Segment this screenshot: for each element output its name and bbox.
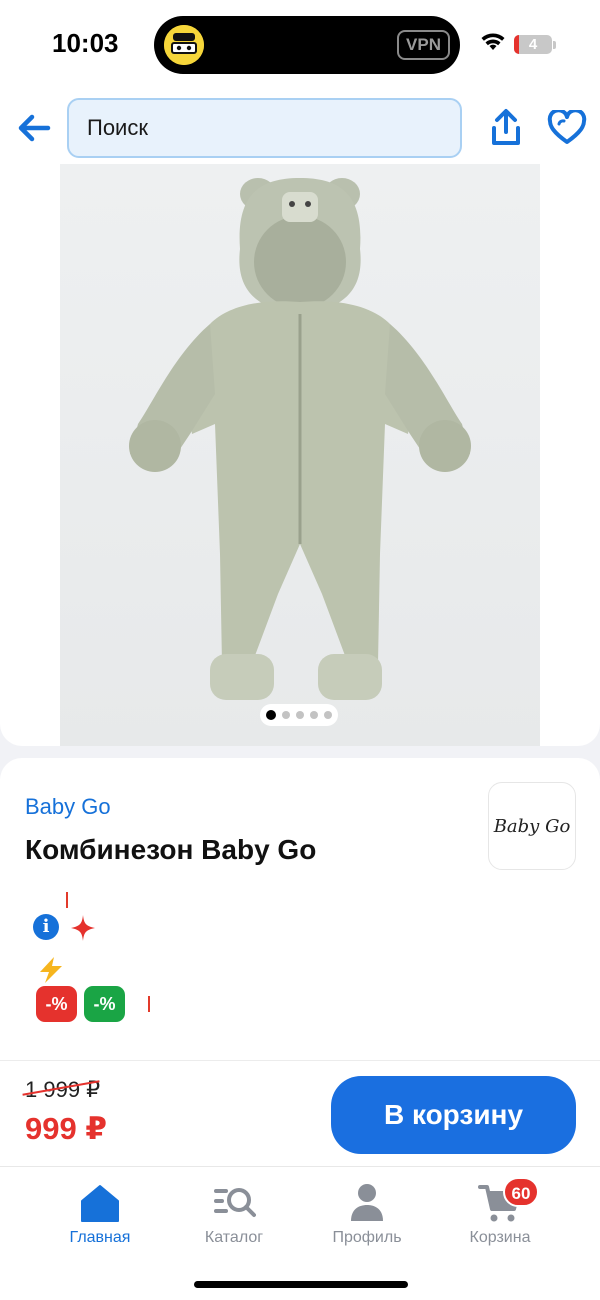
vpn-indicator: VPN (397, 30, 450, 60)
product-image[interactable] (60, 164, 540, 746)
bottom-tab-bar: Главная Каталог Профиль Корзина 60 (0, 1166, 600, 1300)
tab-label: Главная (69, 1229, 131, 1246)
status-bar: 10:03 VPN 4 (0, 0, 600, 88)
tab-label: Профиль (332, 1229, 402, 1246)
back-button[interactable] (14, 108, 54, 148)
discount-badge-red[interactable]: -% (36, 986, 77, 1022)
purchase-bar: 1 999 ₽ 999 ₽ В корзину (0, 1060, 600, 1166)
favorite-button[interactable] (547, 108, 587, 146)
indicator-mark (148, 996, 150, 1012)
tab-home[interactable]: Главная (45, 1181, 155, 1261)
gallery-dot[interactable] (282, 711, 290, 719)
battery-percentage: 4 (528, 36, 538, 53)
share-icon (492, 109, 520, 145)
lightning-icon[interactable] (36, 956, 66, 984)
tab-profile[interactable]: Профиль (312, 1181, 422, 1261)
current-price: 999 ₽ (25, 1111, 107, 1146)
snowsuit-illustration (129, 178, 471, 700)
tenyk-avatar-icon (164, 25, 204, 65)
battery-icon: 4 (514, 35, 552, 54)
share-button[interactable] (487, 108, 525, 148)
battery-tip (553, 41, 556, 49)
brand-link[interactable]: Baby Go (25, 794, 111, 820)
tab-cart[interactable]: Корзина 60 (445, 1177, 555, 1261)
add-to-cart-button[interactable]: В корзину (331, 1076, 576, 1154)
tab-catalog[interactable]: Каталог (179, 1181, 289, 1261)
indicator-mark (66, 892, 68, 908)
gallery-dot[interactable] (310, 711, 318, 719)
product-gallery[interactable] (0, 164, 600, 746)
product-title: Комбинезон Baby Go (25, 834, 317, 865)
tab-label: Каталог (204, 1229, 264, 1246)
search-input[interactable]: Поиск (67, 98, 462, 158)
gallery-dot[interactable] (324, 711, 332, 719)
profile-icon (351, 1184, 383, 1221)
catalog-search-icon (214, 1188, 256, 1217)
wifi-icon (481, 33, 505, 50)
heart-icon (547, 108, 587, 144)
arrow-left-icon (18, 114, 51, 142)
dynamic-island: VPN (154, 16, 460, 74)
gallery-pagination[interactable] (260, 704, 338, 726)
home-indicator (194, 1281, 408, 1288)
info-icon[interactable]: i (33, 914, 59, 940)
brand-logo[interactable]: Baby Go (488, 782, 576, 870)
discount-badge-green[interactable]: -% (84, 986, 125, 1022)
gallery-dot[interactable] (296, 711, 304, 719)
cart-count-badge: 60 (503, 1177, 539, 1207)
tab-label: Корзина (469, 1229, 531, 1246)
sparkle-icon[interactable] (70, 914, 96, 942)
home-icon (81, 1185, 119, 1222)
status-time: 10:03 (52, 28, 119, 58)
product-info-card: Baby Go Комбинезон Baby Go Baby Go i -% … (0, 758, 600, 1060)
gallery-dot[interactable] (266, 710, 276, 720)
top-navigation: Поиск (0, 88, 600, 164)
